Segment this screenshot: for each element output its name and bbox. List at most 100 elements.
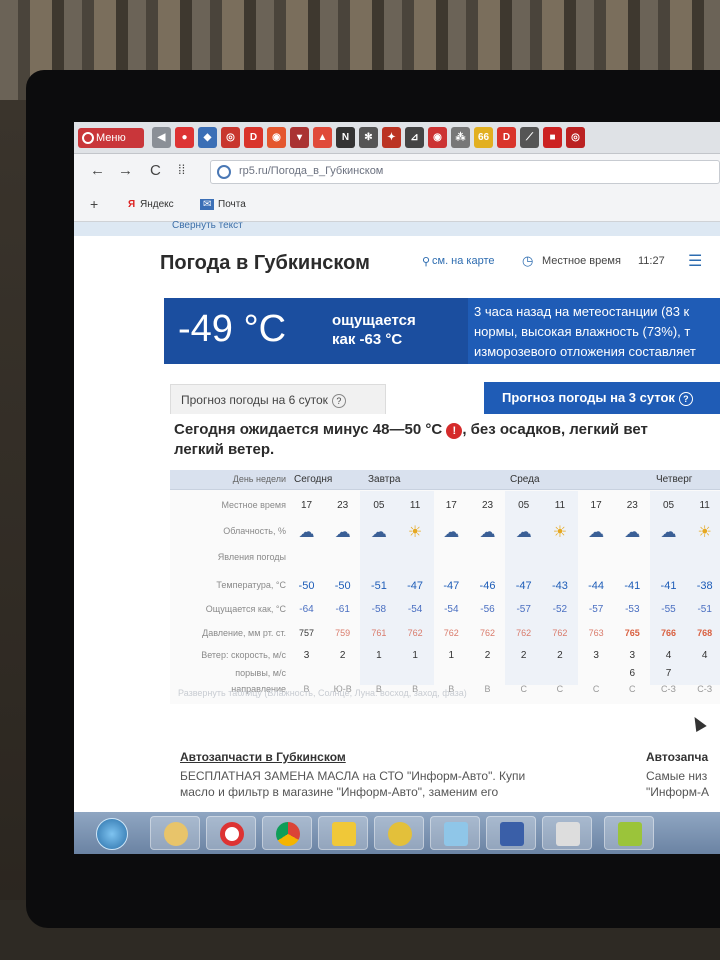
url-field[interactable]: rp5.ru/Погода_в_Губкинском — [210, 160, 720, 184]
weather-icon[interactable]: ☁ — [360, 522, 397, 542]
tab-favicon[interactable]: ● — [175, 127, 194, 148]
temp-cell: -38 — [696, 580, 713, 592]
tab-icons: ◀ ● ◆ ◎ D ◉ ▾ ▲ N ✻ ✦ ⊿ ◉ ⁂ 66 D ⟋ ■ ◎ — [152, 127, 585, 148]
tab-favicon[interactable]: ■ — [543, 127, 562, 148]
expand-table-link[interactable]: Развернуть таблицу (Влажность, Солнце, Л… — [178, 688, 467, 698]
bookmark-yandex[interactable]: Яндекс — [140, 199, 174, 210]
tab-6-days[interactable]: Прогноз погоды на 6 суток? — [170, 384, 386, 414]
temp-cell: -51 — [370, 580, 387, 592]
weather-icon[interactable]: ☀ — [397, 522, 434, 542]
taskbar-explorer[interactable] — [150, 816, 200, 850]
tab-3-days-label: Прогноз погоды на 3 суток — [502, 390, 675, 405]
hour-cell: 11 — [699, 500, 710, 511]
forecast-table-header: День недели Сегодня Завтра Среда Четверг — [170, 470, 720, 490]
taskbar-app[interactable] — [604, 816, 654, 850]
ad-title-right[interactable]: Автозапча — [646, 750, 708, 764]
feels-cell: -54 — [444, 604, 459, 615]
reload-button[interactable]: C — [150, 162, 161, 179]
tab-favicon[interactable]: ◎ — [221, 127, 240, 148]
station-note: 3 часа назад на метеостанции (83 к нормы… — [468, 298, 720, 364]
hour-cell: 17 — [445, 500, 457, 511]
row-label-pressure: Давление, мм рт. ст. — [202, 628, 286, 638]
direction-cell: С — [556, 684, 564, 694]
url-text: rp5.ru/Погода_в_Губкинском — [239, 165, 384, 177]
taskbar-opera[interactable] — [206, 816, 256, 850]
weather-icon[interactable]: ☀ — [541, 522, 578, 542]
gust-cell: 7 — [665, 668, 672, 679]
weather-icon[interactable]: ☁ — [288, 522, 325, 542]
taskbar-app[interactable] — [318, 816, 368, 850]
wind-cell: 4 — [701, 650, 708, 661]
weather-icon[interactable]: ☁ — [505, 522, 542, 542]
gust-cell: 6 — [629, 668, 636, 679]
wind-cell: 2 — [557, 650, 563, 661]
forward-button[interactable]: → — [118, 162, 133, 179]
wind-cell: 1 — [412, 650, 418, 661]
weather-icon[interactable]: ☀ — [686, 522, 720, 542]
menu-label: Меню — [96, 132, 126, 144]
ad-text-line: БЕСПЛАТНАЯ ЗАМЕНА МАСЛА на СТО "Информ-А… — [180, 769, 526, 783]
direction-cell: С — [629, 684, 636, 694]
map-link[interactable]: см. на карте — [432, 255, 495, 267]
help-icon[interactable]: ? — [678, 392, 693, 406]
tab-favicon[interactable]: ◉ — [267, 127, 286, 148]
weather-icon[interactable]: ☁ — [650, 522, 687, 542]
weather-icon[interactable]: ☁ — [614, 522, 651, 542]
local-time-label: Местное время — [542, 255, 621, 267]
app-icon — [556, 822, 580, 846]
ad-title[interactable]: Автозапчасти в Губкинском — [180, 750, 346, 764]
weather-icon[interactable]: ☁ — [324, 522, 361, 542]
ad-text-line: Самые низ — [646, 769, 708, 783]
forecast-summary-line2: легкий ветер. — [174, 441, 275, 458]
temp-cell: -44 — [588, 580, 605, 592]
tab-favicon[interactable]: ◎ — [566, 127, 585, 148]
hour-cell: 11 — [409, 500, 421, 511]
tab-bar: Меню ◀ ● ◆ ◎ D ◉ ▾ ▲ N ✻ ✦ ⊿ ◉ ⁂ 66 D ⟋ … — [74, 122, 720, 154]
tab-favicon[interactable]: 66 — [474, 127, 493, 148]
tab-favicon[interactable]: D — [244, 127, 263, 148]
tab-favicon[interactable]: ▾ — [290, 127, 309, 148]
bookmark-mail[interactable]: Почта — [218, 199, 246, 210]
row-label-phenomena: Явления погоды — [217, 552, 286, 562]
tab-favicon[interactable]: N — [336, 127, 355, 148]
feels-cell: -57 — [588, 604, 604, 615]
hour-cell: 23 — [626, 500, 638, 511]
wind-cell: 2 — [520, 650, 527, 661]
warning-icon[interactable]: ! — [446, 423, 463, 439]
tab-favicon[interactable]: ⁂ — [451, 127, 470, 148]
tab-arrow-icon[interactable]: ◀ — [152, 127, 171, 148]
taskbar-app[interactable] — [486, 816, 536, 850]
collapse-text-link[interactable]: Свернуть текст — [172, 220, 243, 231]
tab-favicon[interactable]: ▲ — [313, 127, 332, 148]
add-bookmark-icon[interactable]: + — [90, 196, 98, 212]
opera-menu-button[interactable]: Меню — [78, 128, 144, 148]
pressure-cell: 762 — [443, 628, 459, 638]
tab-favicon[interactable]: ✦ — [382, 127, 401, 148]
tab-favicon[interactable]: ✻ — [359, 127, 378, 148]
weather-icon[interactable]: ☁ — [578, 522, 615, 542]
taskbar-app[interactable] — [430, 816, 480, 850]
start-button[interactable] — [96, 818, 128, 850]
site-info-icon[interactable] — [217, 165, 231, 179]
feels-cell: -61 — [335, 604, 350, 615]
back-button[interactable]: ← — [90, 162, 105, 179]
tab-3-days[interactable]: Прогноз погоды на 3 суток? — [484, 382, 720, 414]
tab-favicon[interactable]: ⟋ — [520, 127, 539, 148]
speed-dial-icon[interactable]: ⁞⁞ — [178, 162, 185, 177]
hour-cell: 05 — [518, 500, 530, 511]
tab-favicon[interactable]: D — [497, 127, 516, 148]
hour-cell: 17 — [300, 500, 313, 511]
weather-icon[interactable]: ☁ — [469, 522, 506, 542]
tab-favicon[interactable]: ◆ — [198, 127, 217, 148]
direction-cell: В — [484, 684, 491, 694]
menu-toggle-icon[interactable]: ☰ — [688, 251, 702, 271]
tab-favicon[interactable]: ◉ — [428, 127, 447, 148]
help-icon[interactable]: ? — [331, 394, 346, 408]
taskbar-app[interactable] — [542, 816, 592, 850]
pressure-cell: 762 — [479, 628, 496, 638]
row-label-cloud: Облачность, % — [223, 526, 286, 536]
weather-icon[interactable]: ☁ — [433, 522, 470, 542]
tab-favicon[interactable]: ⊿ — [405, 127, 424, 148]
taskbar-app[interactable] — [374, 816, 424, 850]
taskbar-chrome[interactable] — [262, 816, 312, 850]
